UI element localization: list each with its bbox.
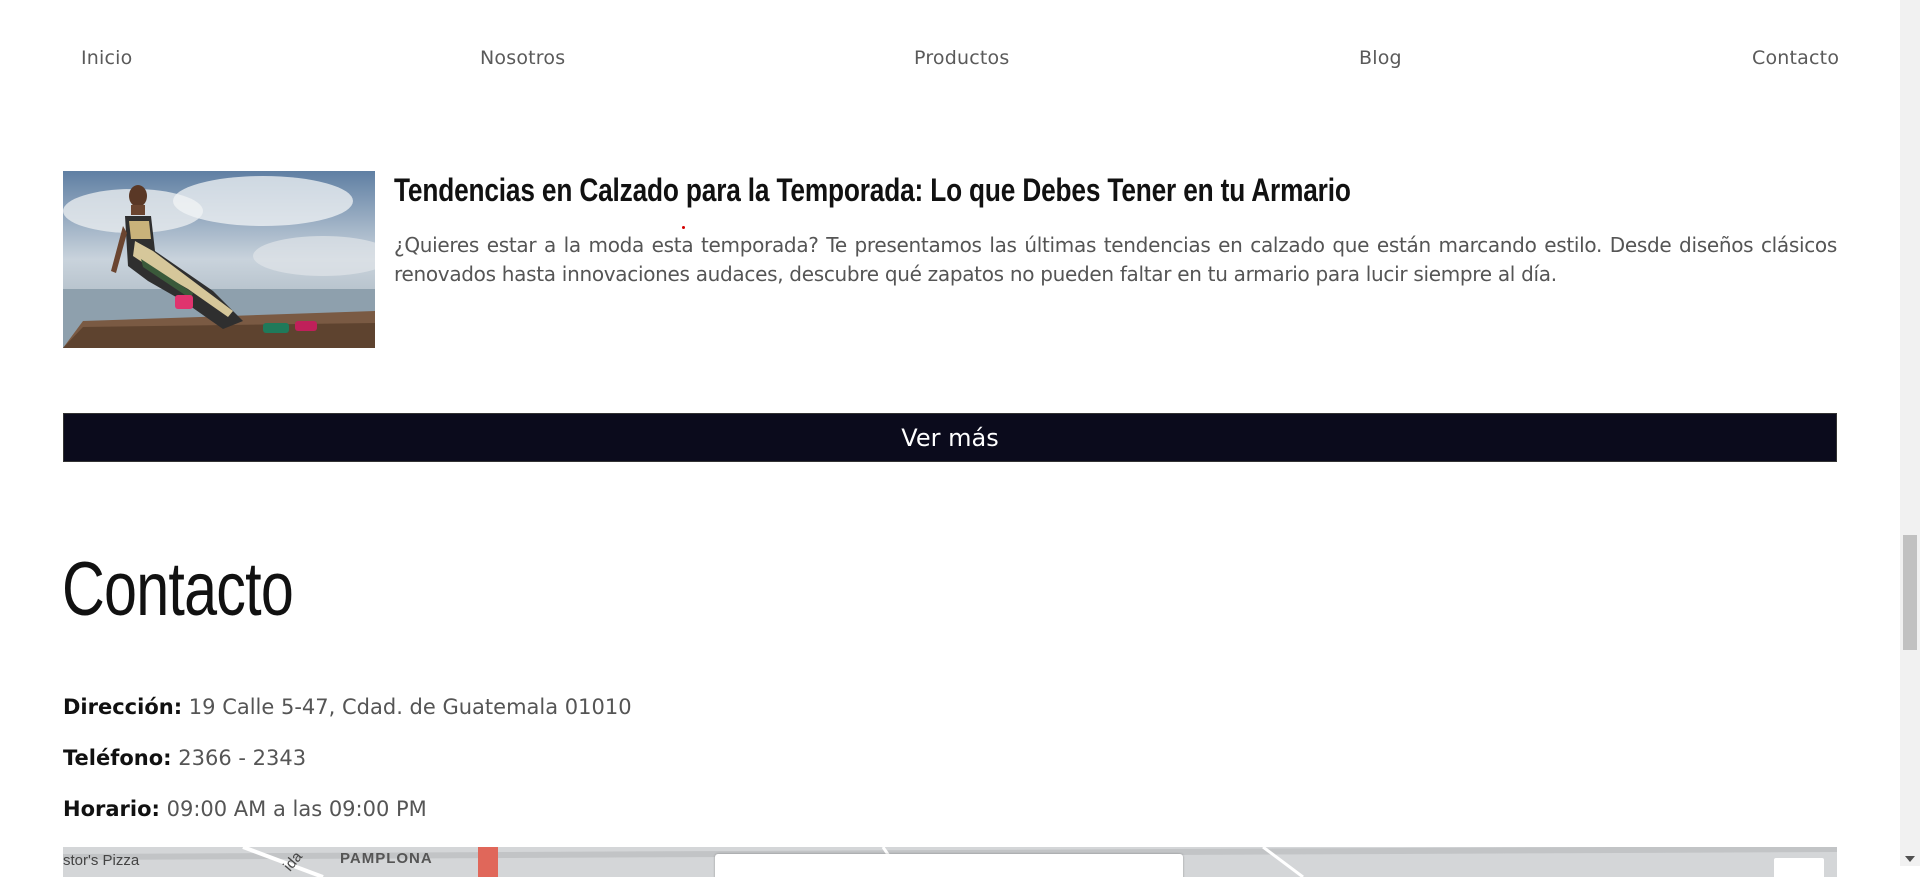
contact-heading: Contacto xyxy=(62,547,294,632)
nav-item-inicio[interactable]: Inicio xyxy=(81,47,132,69)
scrollbar-thumb[interactable] xyxy=(1903,535,1917,650)
cursor-dot xyxy=(682,226,685,229)
map-label-pamplona: PAMPLONA xyxy=(340,850,433,867)
address-value: 19 Calle 5-47, Cdad. de Guatemala 01010 xyxy=(188,695,632,719)
post-image[interactable] xyxy=(63,171,375,348)
phone-value: 2366 - 2343 xyxy=(178,746,307,770)
scroll-down-icon[interactable] xyxy=(1905,856,1915,862)
nav-item-nosotros[interactable]: Nosotros xyxy=(480,47,565,69)
blog-post: Tendencias en Calzado para la Temporada:… xyxy=(63,171,1837,348)
map-embed[interactable]: stor's Pizza ida PAMPLONA xyxy=(63,847,1837,877)
hours-row: Horario: 09:00 AM a las 09:00 PM xyxy=(63,797,427,821)
post-title[interactable]: Tendencias en Calzado para la Temporada:… xyxy=(394,171,1583,209)
main-nav: Inicio Nosotros Productos Blog Contacto xyxy=(0,0,1900,120)
map-label-pizza: stor's Pizza xyxy=(63,852,140,869)
address-label: Dirección: xyxy=(63,695,183,719)
address-row: Dirección: 19 Calle 5-47, Cdad. de Guate… xyxy=(63,695,632,719)
phone-label: Teléfono: xyxy=(63,746,172,770)
phone-row: Teléfono: 2366 - 2343 xyxy=(63,746,306,770)
hours-value: 09:00 AM a las 09:00 PM xyxy=(166,797,427,821)
nav-item-contacto[interactable]: Contacto xyxy=(1752,47,1839,69)
nav-item-blog[interactable]: Blog xyxy=(1359,47,1402,69)
hours-label: Horario: xyxy=(63,797,160,821)
scrollbar[interactable] xyxy=(1900,0,1920,866)
nav-item-productos[interactable]: Productos xyxy=(914,47,1009,69)
see-more-button[interactable]: Ver más xyxy=(63,413,1837,462)
map-control[interactable] xyxy=(1774,858,1824,877)
post-excerpt: ¿Quieres estar a la moda esta temporada?… xyxy=(394,233,1837,286)
post-image-graphic xyxy=(63,171,375,348)
